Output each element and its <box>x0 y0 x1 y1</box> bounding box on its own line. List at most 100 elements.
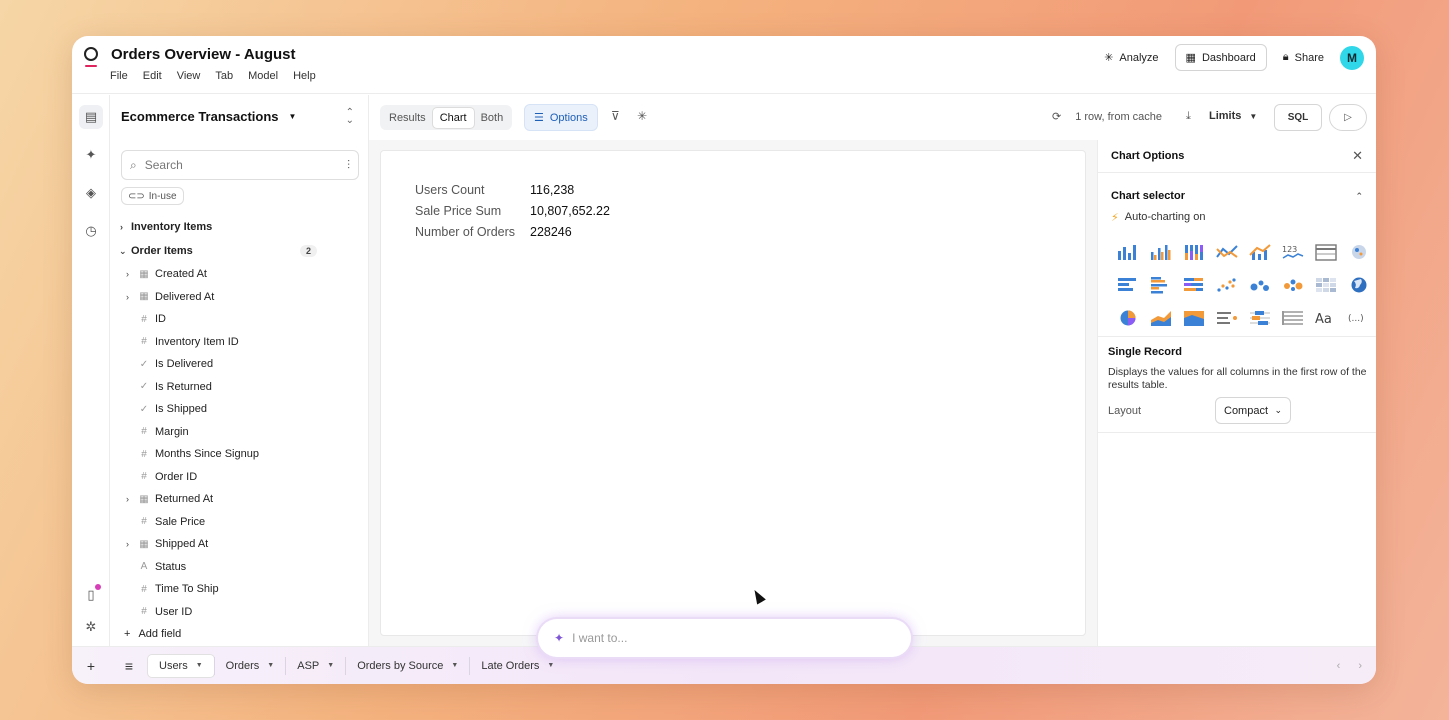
custom-chart-icon[interactable]: (...) <box>1342 301 1375 334</box>
notes-icon[interactable]: ▯ <box>79 583 103 607</box>
bottom-tab[interactable]: ASP ▼ <box>286 655 345 677</box>
combo-chart-icon[interactable] <box>1243 235 1276 268</box>
globe-icon[interactable] <box>1342 268 1375 301</box>
sql-button[interactable]: SQL <box>1274 104 1322 131</box>
share-button[interactable]: 🔒︎ Share <box>1275 45 1332 70</box>
caret-down-icon[interactable]: ▼ <box>267 662 274 669</box>
field-item[interactable]: # ID <box>110 308 369 331</box>
filter-sliders-icon[interactable]: ⫶ <box>347 158 350 173</box>
stacked-bar-icon[interactable] <box>1177 235 1210 268</box>
field-item[interactable]: › ▦ Delivered At <box>110 286 369 309</box>
field-item[interactable]: # Margin <box>110 421 369 444</box>
layers-icon[interactable]: ◈ <box>79 181 103 205</box>
filter-icon[interactable]: ⊽ <box>611 109 620 123</box>
stacked-hbar-icon[interactable] <box>1177 268 1210 301</box>
field-item[interactable]: › ▦ Shipped At <box>110 533 369 556</box>
avatar[interactable]: M <box>1340 45 1364 70</box>
field-item[interactable]: # Order ID <box>110 466 369 489</box>
caret-down-icon[interactable]: ▼ <box>547 662 554 669</box>
sparkle-icon[interactable]: ✳ <box>637 109 647 123</box>
text-list-icon[interactable] <box>1210 301 1243 334</box>
layout-select[interactable]: Compact ⌄ <box>1215 397 1291 424</box>
field-item[interactable]: # Sale Price <box>110 511 369 534</box>
add-tab-icon[interactable]: + <box>72 658 110 674</box>
bottom-tab[interactable]: Orders by Source ▼ <box>346 655 469 677</box>
history-icon[interactable]: ◷ <box>79 219 103 243</box>
close-icon[interactable]: ✕ <box>1352 148 1363 164</box>
big-number-icon[interactable]: 123 <box>1276 235 1309 268</box>
field-item[interactable]: › ▦ Created At <box>110 263 369 286</box>
debug-icon[interactable]: ✲ <box>79 615 103 639</box>
chevron-left-icon[interactable]: ‹ <box>1337 660 1341 672</box>
caret-down-icon[interactable]: ▼ <box>451 662 458 669</box>
bubble-multi-icon[interactable] <box>1276 268 1309 301</box>
menu-view[interactable]: View <box>177 70 201 82</box>
limits-dropdown[interactable]: Limits ▼ <box>1209 110 1257 122</box>
dashboard-button[interactable]: ▦ Dashboard <box>1174 44 1267 71</box>
field-item[interactable]: # User ID <box>110 601 369 624</box>
menu-tab[interactable]: Tab <box>215 70 233 82</box>
horizontal-bar-icon[interactable] <box>1111 268 1144 301</box>
menu-file[interactable]: File <box>110 70 128 82</box>
bottom-tab[interactable]: Orders ▼ <box>215 655 286 677</box>
grouped-bar-icon[interactable] <box>1144 235 1177 268</box>
chevron-right-icon[interactable]: › <box>126 269 129 279</box>
analyze-button[interactable]: ✳ Analyze <box>1096 45 1166 70</box>
chevron-right-icon[interactable]: › <box>126 292 129 302</box>
map-icon[interactable] <box>1342 235 1375 268</box>
field-item[interactable]: › ▦ Returned At <box>110 488 369 511</box>
group-order-items[interactable]: ⌄ Order Items 2 <box>110 239 369 263</box>
sidebar-toggle-icon[interactable]: ▤ <box>79 105 103 129</box>
bottom-tab[interactable]: Users ▼ <box>148 654 214 677</box>
download-icon[interactable]: ⤓ <box>1186 110 1191 123</box>
menu-help[interactable]: Help <box>293 70 316 82</box>
chevron-right-icon[interactable]: › <box>1358 660 1362 672</box>
caret-down-icon[interactable]: ▼ <box>196 662 203 669</box>
area-chart-icon[interactable] <box>1144 301 1177 334</box>
search-input[interactable]: ⌕ Search ⫶ <box>121 150 359 180</box>
in-use-chip[interactable]: ⊂⊃ In-use <box>121 187 184 205</box>
text-icon[interactable]: Aa <box>1309 301 1342 334</box>
line-chart-icon[interactable] <box>1210 235 1243 268</box>
chart-selector-header[interactable]: Chart selector ⌃ <box>1098 184 1376 208</box>
stacked-area-icon[interactable] <box>1177 301 1210 334</box>
tab-both[interactable]: Both <box>474 108 511 128</box>
table-icon[interactable] <box>1309 235 1342 268</box>
options-button[interactable]: ☰ Options <box>524 104 598 131</box>
menu-model[interactable]: Model <box>248 70 278 82</box>
field-item[interactable]: A Status <box>110 556 369 579</box>
field-item[interactable]: # Time To Ship <box>110 578 369 601</box>
menu-icon[interactable]: ≡ <box>110 658 148 674</box>
bubble-icon[interactable] <box>1243 268 1276 301</box>
field-item[interactable]: ✓ Is Delivered <box>110 353 369 376</box>
field-item[interactable]: ✓ Is Returned <box>110 376 369 399</box>
pie-chart-icon[interactable] <box>1111 301 1144 334</box>
run-query-button[interactable]: ▷ <box>1329 104 1367 131</box>
ai-prompt-input[interactable]: ✦ I want to... <box>538 619 911 657</box>
range-bar-icon[interactable] <box>1243 301 1276 334</box>
list-icon[interactable] <box>1276 301 1309 334</box>
refresh-icon[interactable]: ⟳ <box>1052 110 1061 123</box>
add-field-button[interactable]: + Add field <box>124 628 181 640</box>
model-selector[interactable]: Ecommerce Transactions ▼ <box>121 109 296 124</box>
field-item[interactable]: # Inventory Item ID <box>110 331 369 354</box>
grouped-hbar-icon[interactable] <box>1144 268 1177 301</box>
workbook-title[interactable]: Orders Overview - August <box>111 46 296 63</box>
caret-down-icon[interactable]: ▼ <box>327 662 334 669</box>
group-inventory-items[interactable]: › Inventory Items <box>110 215 369 239</box>
tab-results[interactable]: Results <box>382 108 433 128</box>
menu-edit[interactable]: Edit <box>143 70 162 82</box>
field-label: Months Since Signup <box>155 448 259 461</box>
field-item[interactable]: # Months Since Signup <box>110 443 369 466</box>
expand-collapse-icon[interactable]: ⌃ ⌄ <box>346 108 354 126</box>
heatmap-icon[interactable] <box>1309 268 1342 301</box>
field-item[interactable]: ✓ Is Shipped <box>110 398 369 421</box>
bar-chart-icon[interactable] <box>1111 235 1144 268</box>
auto-charting-toggle[interactable]: ⚡︎ Auto-charting on <box>1098 208 1376 226</box>
ai-sparkle-icon[interactable]: ✦ <box>79 143 103 167</box>
tab-chart[interactable]: Chart <box>432 107 474 128</box>
chevron-right-icon[interactable]: › <box>126 494 129 504</box>
chevron-right-icon[interactable]: › <box>126 539 129 549</box>
bottom-tab[interactable]: Late Orders ▼ <box>470 655 565 677</box>
scatter-icon[interactable] <box>1210 268 1243 301</box>
